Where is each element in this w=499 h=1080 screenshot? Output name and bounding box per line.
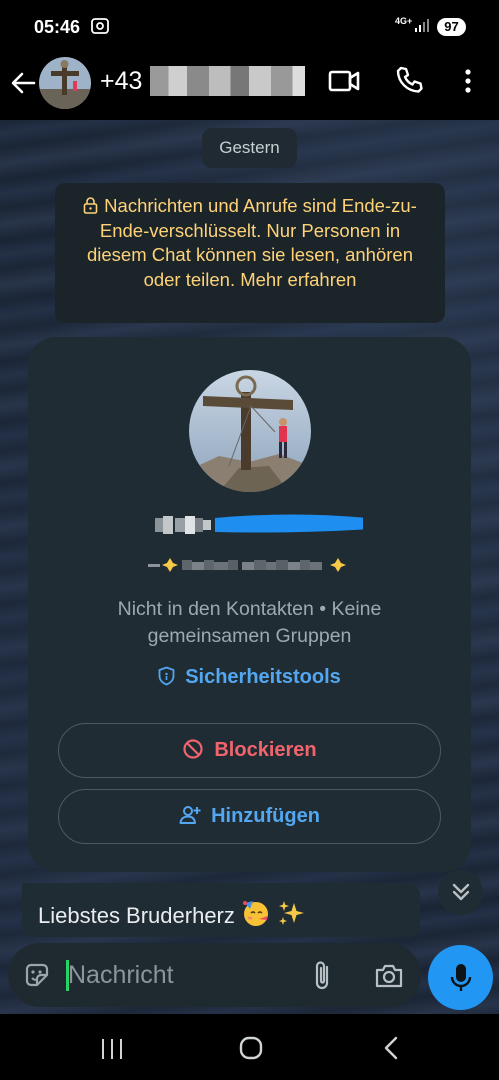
battery-indicator: 97: [437, 18, 466, 36]
encryption-notice[interactable]: Nachrichten und Anrufe sind Ende-zu-Ende…: [55, 183, 445, 323]
back-chevron-icon[interactable]: [382, 1036, 400, 1060]
more-options-icon[interactable]: [458, 66, 478, 96]
block-button[interactable]: Blockieren: [58, 723, 441, 778]
back-arrow-icon[interactable]: [8, 68, 38, 98]
scroll-to-bottom-button[interactable]: [438, 870, 483, 915]
redacted-profile-name: [148, 558, 346, 572]
encryption-notice-text: Nachrichten und Anrufe sind Ende-zu-Ende…: [86, 195, 417, 290]
voice-message-button[interactable]: [428, 945, 493, 1010]
signal-icon: [415, 19, 429, 32]
sticker-emoji-icon[interactable]: [23, 961, 51, 989]
safety-tools-label: Sicherheitstools: [185, 666, 341, 688]
status-time: 05:46: [34, 17, 81, 37]
network-indicator: 4G+: [395, 16, 413, 26]
screenshot-icon: [91, 18, 109, 34]
paperclip-icon[interactable]: [311, 959, 335, 991]
video-call-icon[interactable]: [328, 66, 360, 96]
date-separator: Gestern: [202, 128, 297, 168]
home-icon[interactable]: [239, 1036, 263, 1060]
text-cursor: [66, 960, 69, 991]
block-icon: [183, 739, 203, 759]
contact-avatar[interactable]: [39, 57, 91, 109]
message-composer: [8, 943, 421, 1007]
partying-face-emoji: [243, 901, 269, 926]
redacted-phone-number: [155, 514, 363, 534]
profile-avatar[interactable]: [189, 370, 311, 492]
double-chevron-down-icon: [452, 883, 470, 901]
shield-icon: [158, 666, 175, 686]
redacted-number: [150, 66, 305, 96]
add-contact-button[interactable]: Hinzufügen: [58, 789, 441, 844]
add-person-icon: [179, 806, 201, 824]
add-contact-label: Hinzufügen: [211, 805, 320, 827]
safety-tools-link[interactable]: Sicherheitstools: [28, 666, 471, 689]
contact-number[interactable]: +43: [100, 67, 142, 96]
contact-info-line: Nicht in den Kontakten • Keine gemeinsam…: [117, 598, 382, 647]
contact-profile-card: Nicht in den Kontakten • Keine gemeinsam…: [28, 337, 471, 872]
recent-apps-icon[interactable]: [99, 1038, 125, 1060]
voice-call-icon[interactable]: [394, 65, 424, 95]
message-input[interactable]: [66, 957, 286, 993]
block-button-label: Blockieren: [214, 739, 317, 761]
message-text: Liebstes Bruderherz: [38, 903, 235, 928]
camera-icon[interactable]: [374, 962, 404, 989]
microphone-icon: [450, 964, 472, 991]
system-navigation-bar: [0, 1014, 499, 1080]
lock-icon: [83, 197, 98, 214]
status-bar: 05:46 4G+ 97: [0, 0, 499, 52]
sparkles-emoji: [279, 901, 305, 925]
incoming-message[interactable]: Liebstes Bruderherz: [22, 883, 420, 937]
